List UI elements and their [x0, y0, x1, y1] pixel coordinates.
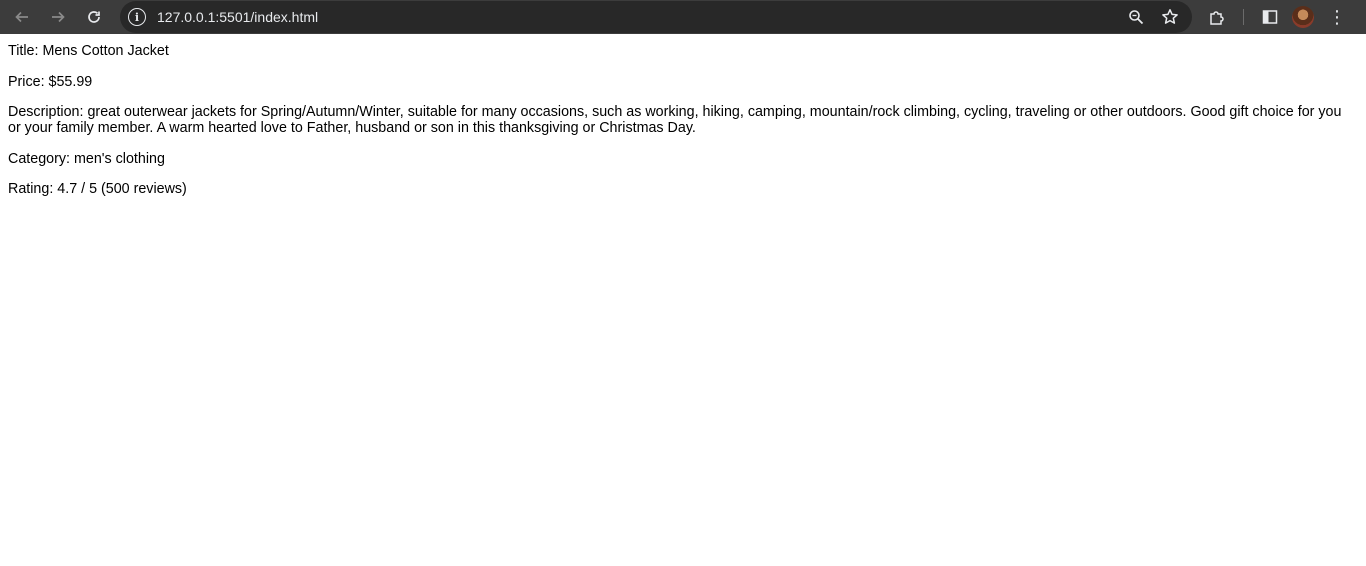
browser-toolbar: i 127.0.0.1:5501/index.html ⋮: [0, 0, 1366, 34]
product-description: great outerwear jackets for Spring/Autum…: [8, 104, 1342, 136]
info-icon[interactable]: i: [128, 8, 146, 26]
category-label: Category:: [8, 150, 70, 167]
page-content: Title: Mens Cotton Jacket Price: $55.99 …: [0, 34, 1366, 197]
reload-button[interactable]: [82, 5, 106, 29]
avatar[interactable]: [1292, 6, 1314, 28]
arrow-right-icon: [52, 11, 65, 23]
rating-line: Rating: 4.7 / 5 (500 reviews): [8, 181, 1358, 197]
forward-button[interactable]: [46, 5, 70, 29]
zoom-icon[interactable]: [1126, 7, 1146, 27]
description-label: Description:: [8, 104, 84, 120]
product-category: men's clothing: [73, 150, 165, 167]
product-price: $55.99: [48, 73, 93, 90]
category-line: Category: men's clothing: [8, 151, 1358, 167]
rating-label: Rating:: [8, 181, 54, 197]
side-panel-icon[interactable]: [1258, 5, 1282, 29]
star-icon[interactable]: [1160, 7, 1180, 27]
price-label: Price:: [8, 73, 45, 90]
product-title: Mens Cotton Jacket: [42, 43, 169, 59]
address-bar[interactable]: i 127.0.0.1:5501/index.html: [120, 1, 1192, 33]
toolbar-divider: [1243, 9, 1244, 25]
kebab-menu-icon[interactable]: ⋮: [1328, 7, 1346, 28]
back-button[interactable]: [10, 5, 34, 29]
title-line: Title: Mens Cotton Jacket: [8, 43, 1358, 59]
puzzle-icon[interactable]: [1205, 5, 1229, 29]
title-label: Title:: [8, 43, 39, 59]
price-line: Price: $55.99: [8, 74, 1358, 90]
arrow-left-icon: [15, 11, 28, 23]
reload-icon: [88, 11, 100, 23]
product-rating: 4.7 / 5 (500 reviews): [57, 181, 187, 197]
url-text[interactable]: 127.0.0.1:5501/index.html: [157, 9, 318, 25]
description-line: Description: great outerwear jackets for…: [8, 104, 1358, 136]
